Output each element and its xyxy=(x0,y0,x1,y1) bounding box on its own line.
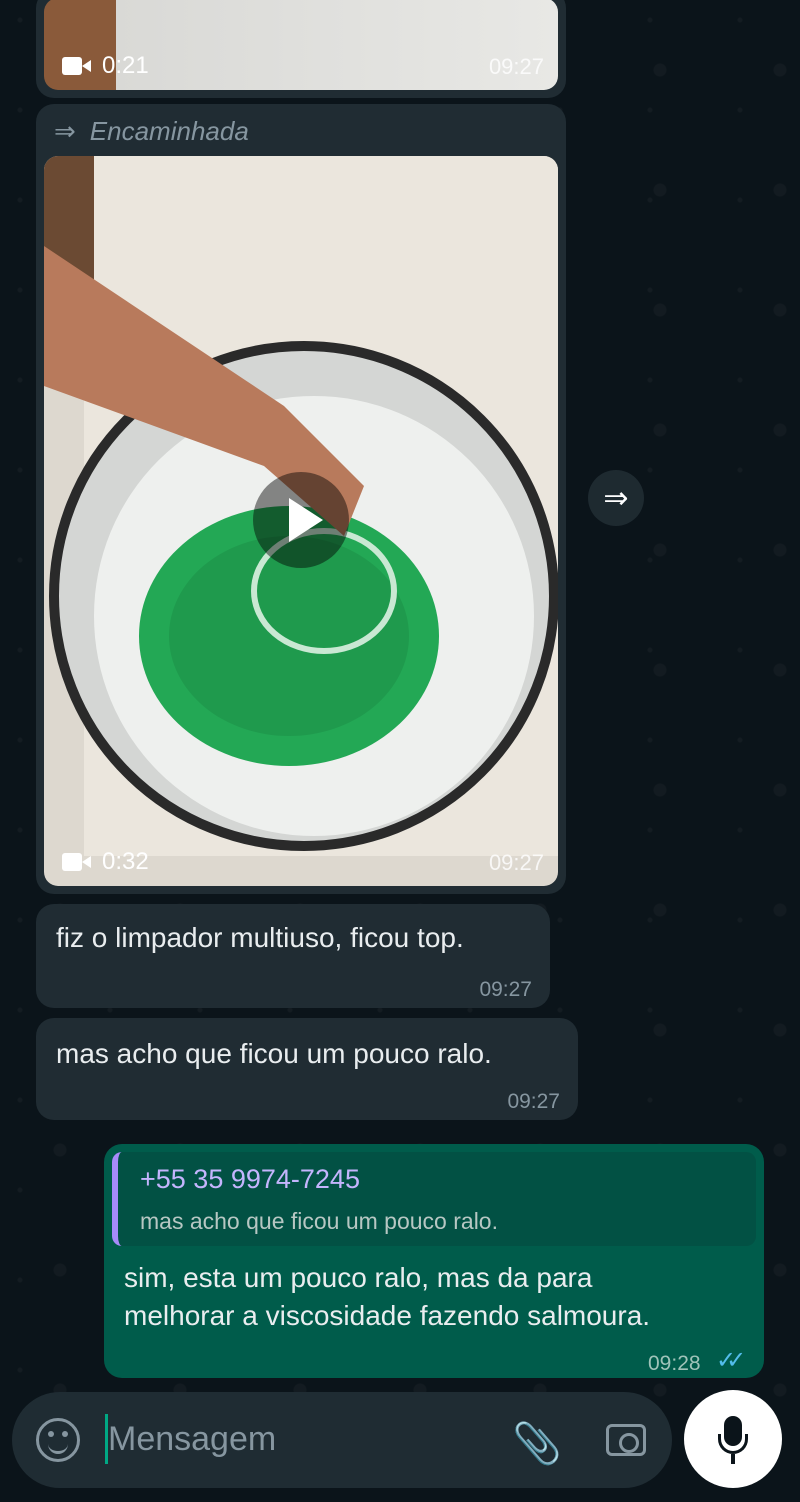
message-time: 09:27 xyxy=(488,54,544,79)
mic-icon-base xyxy=(718,1434,748,1454)
quoted-sender: +55 35 9974-7245 xyxy=(140,1164,360,1194)
video-duration: 0:21 xyxy=(62,52,149,80)
attach-icon[interactable]: 📎 xyxy=(512,1420,562,1467)
double-check-icon: ✓✓ xyxy=(716,1347,746,1374)
play-icon[interactable] xyxy=(253,472,349,568)
quoted-message[interactable]: +55 35 9974-7245 mas acho que ficou um p… xyxy=(112,1152,756,1246)
mic-icon-stem xyxy=(731,1454,735,1464)
forwarded-label: ⇒ Encaminhada xyxy=(54,116,249,146)
video-duration: 0:32 xyxy=(62,848,149,876)
forward-button[interactable]: ⇒ xyxy=(588,470,644,526)
incoming-text-message[interactable]: mas acho que ficou um pouco ralo. 09:27 xyxy=(36,1018,578,1120)
video-message-1[interactable]: 0:21 09:27 xyxy=(36,0,566,98)
forward-icon: ⇒ xyxy=(54,116,76,146)
emoji-icon[interactable] xyxy=(36,1418,80,1462)
video-thumbnail[interactable]: 0:21 09:27 xyxy=(44,0,558,90)
forwarded-video-message[interactable]: ⇒ Encaminhada 0:32 09:27 xyxy=(36,104,566,894)
message-time: 09:28 xyxy=(648,1352,701,1375)
message-input[interactable]: Mensagem xyxy=(108,1420,276,1459)
forward-icon: ⇒ xyxy=(603,481,629,515)
quoted-text: mas acho que ficou um pouco ralo. xyxy=(140,1208,498,1234)
mic-button[interactable] xyxy=(684,1390,782,1488)
video-camera-icon xyxy=(62,851,92,873)
message-text-line-2: melhorar a viscosidade fazendo salmoura. xyxy=(124,1300,651,1331)
message-text-line-1: sim, esta um pouco ralo, mas da para xyxy=(124,1262,593,1293)
video-thumbnail[interactable]: 0:32 09:27 xyxy=(44,156,558,886)
video-camera-icon xyxy=(62,55,92,77)
message-time: 09:27 xyxy=(488,850,544,875)
message-time: 09:27 xyxy=(507,1090,560,1113)
message-composer: Mensagem 📎 xyxy=(12,1392,672,1488)
message-text: mas acho que ficou um pouco ralo. xyxy=(56,1038,492,1069)
message-text: fiz o limpador multiuso, ficou top. xyxy=(56,922,464,953)
incoming-text-message[interactable]: fiz o limpador multiuso, ficou top. 09:2… xyxy=(36,904,550,1008)
message-time: 09:27 xyxy=(479,978,532,1001)
camera-icon[interactable] xyxy=(606,1424,646,1456)
